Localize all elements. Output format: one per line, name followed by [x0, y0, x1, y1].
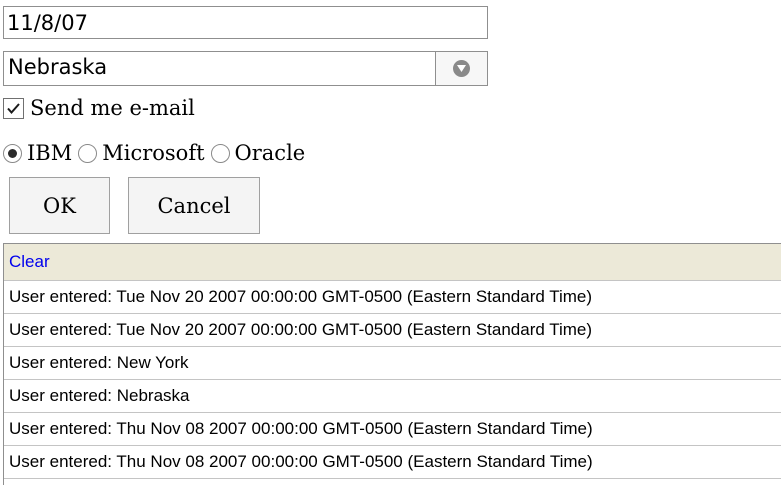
- log-entry: User entered: Thu Nov 08 2007 00:00:00 G…: [4, 413, 781, 446]
- log-entry: User entered: Tue Nov 20 2007 00:00:00 G…: [4, 314, 781, 347]
- radio-ibm[interactable]: [3, 143, 22, 163]
- log-entry: User entered: Nebraska: [4, 380, 781, 413]
- date-input[interactable]: [3, 6, 488, 39]
- radio-oracle[interactable]: [210, 143, 230, 163]
- ok-button[interactable]: OK: [9, 177, 110, 234]
- radio-microsoft[interactable]: [78, 143, 98, 163]
- clear-link[interactable]: Clear: [9, 252, 50, 272]
- email-option-row: Send me e-mail: [3, 94, 195, 122]
- radio-microsoft-label: Microsoft: [102, 141, 205, 165]
- checkmark-icon: [7, 102, 20, 114]
- vendor-radio-group: IBM Microsoft Oracle: [3, 138, 311, 168]
- state-select-value: Nebraska: [8, 55, 108, 79]
- send-email-label: Send me e-mail: [30, 96, 195, 120]
- dropdown-button[interactable]: [435, 52, 487, 85]
- log-entry: User entered: Thu Nov 08 2007 00:00:00 G…: [4, 446, 781, 479]
- event-log-panel: Clear User entered: Tue Nov 20 2007 00:0…: [3, 243, 781, 485]
- state-select[interactable]: Nebraska: [3, 51, 488, 86]
- log-entry: User entered: New York: [4, 347, 781, 380]
- radio-ibm-label: IBM: [27, 141, 73, 165]
- log-header: Clear: [4, 244, 781, 281]
- log-entry: User entered: Tue Nov 20 2007 00:00:00 G…: [4, 281, 781, 314]
- chevron-down-icon: [453, 60, 470, 77]
- cancel-button[interactable]: Cancel: [128, 177, 260, 234]
- radio-oracle-label: Oracle: [234, 141, 306, 165]
- send-email-checkbox[interactable]: [3, 97, 24, 119]
